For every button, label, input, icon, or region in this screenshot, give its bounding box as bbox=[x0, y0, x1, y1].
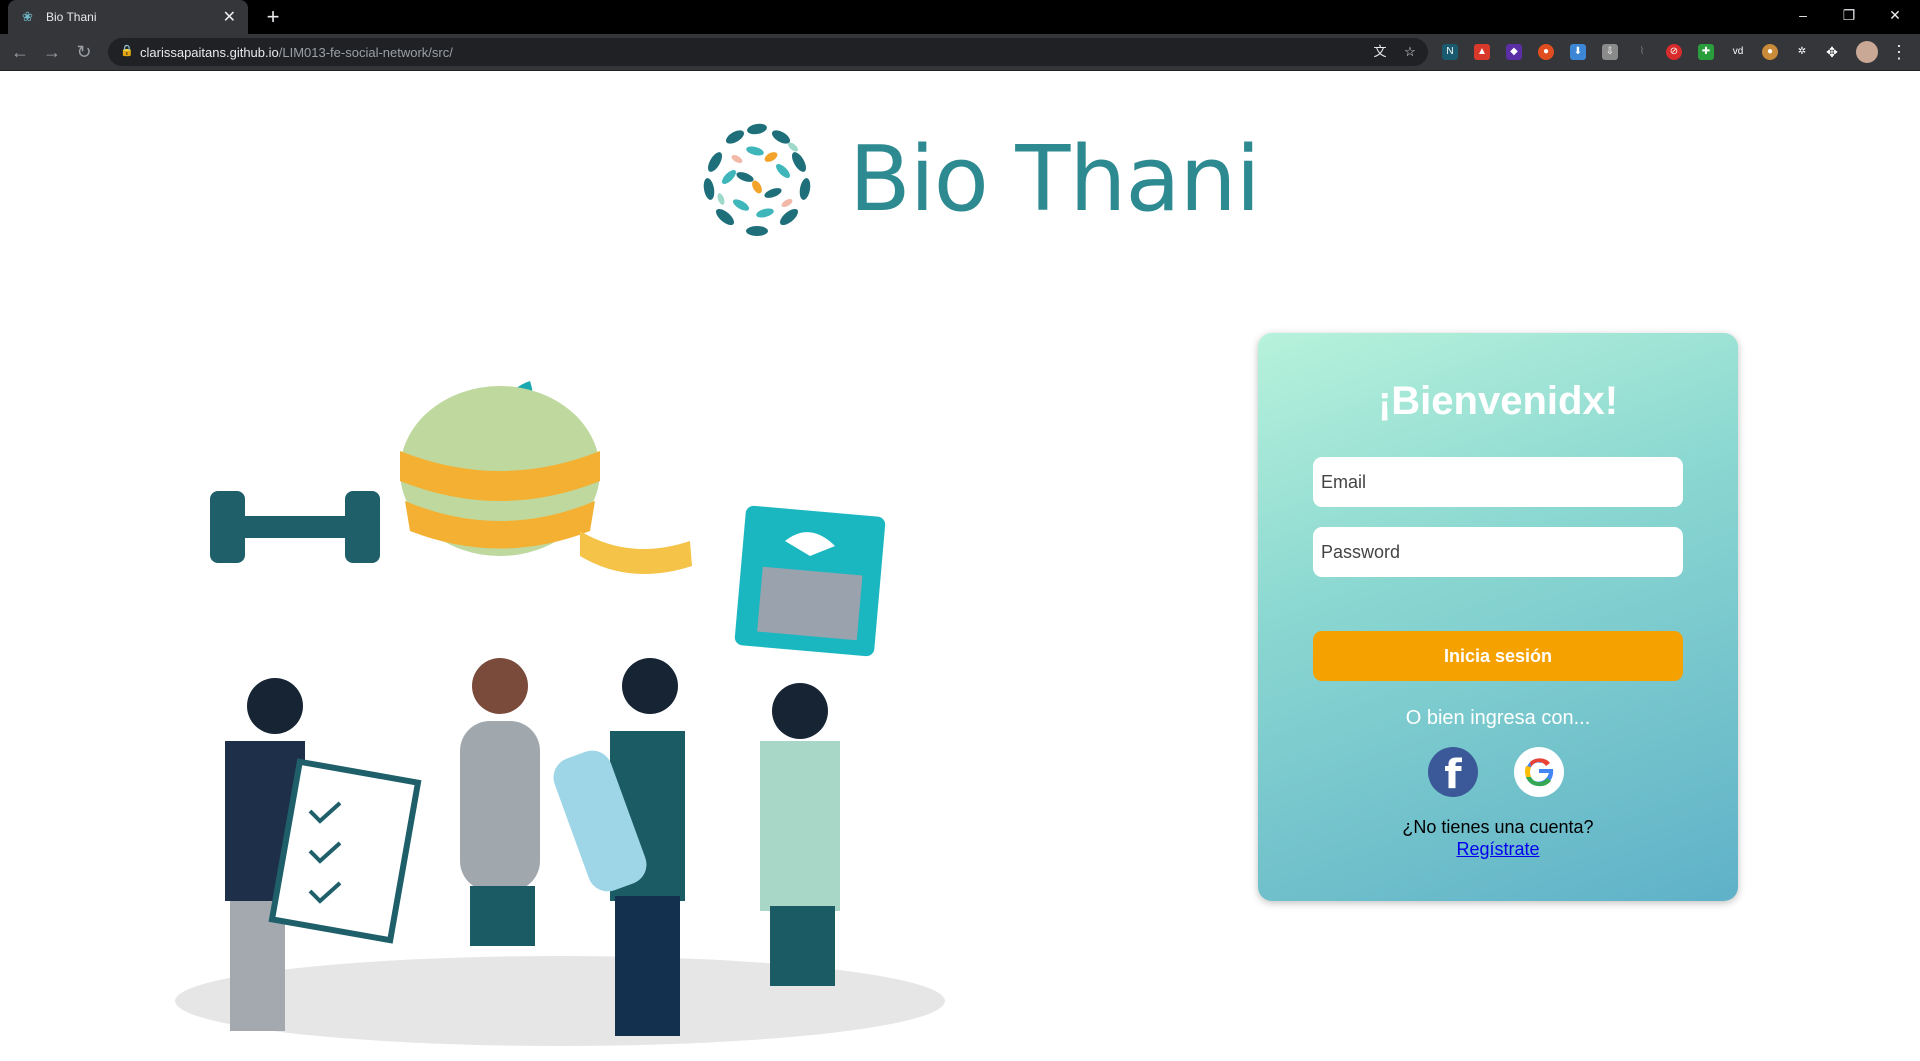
back-button[interactable]: ← bbox=[8, 40, 32, 64]
brand-name: Bio Thani bbox=[849, 126, 1261, 232]
browser-tab[interactable]: ❀ Bio Thani ✕ bbox=[8, 0, 248, 34]
login-button[interactable]: Inicia sesión bbox=[1313, 631, 1683, 681]
translate-icon[interactable]: 文 bbox=[1372, 44, 1388, 60]
password-field[interactable] bbox=[1313, 527, 1683, 577]
register-link[interactable]: Regístrate bbox=[1258, 839, 1738, 860]
forward-button[interactable]: → bbox=[40, 40, 64, 64]
extension-vd-icon[interactable]: vd bbox=[1730, 44, 1746, 60]
address-bar[interactable]: 🔒 clarissapaitans.github.io/LIM013-fe-so… bbox=[108, 38, 1428, 66]
facebook-login-button[interactable]: f bbox=[1428, 747, 1478, 798]
browser-toolbar: ← → ↻ 🔒 clarissapaitans.github.io/LIM013… bbox=[0, 34, 1920, 71]
login-card: ¡Bienvenidx! Inicia sesión O bien ingres… bbox=[1258, 333, 1738, 901]
alt-login-text: O bien ingresa con... bbox=[1405, 707, 1591, 729]
google-login-button[interactable] bbox=[1514, 747, 1564, 797]
welcome-heading: ¡Bienvenidx! bbox=[1377, 379, 1619, 423]
extension-n-icon[interactable]: N bbox=[1442, 44, 1458, 60]
favicon-icon: ❀ bbox=[22, 9, 33, 24]
extension-blue-icon[interactable]: ⬇ bbox=[1570, 44, 1586, 60]
extensions-puzzle-icon[interactable]: ✥ bbox=[1824, 44, 1840, 60]
bookmark-star-icon[interactable]: ☆ bbox=[1402, 44, 1418, 60]
fitness-people-illustration bbox=[175, 381, 945, 1046]
extension-gear-icon[interactable]: ✲ bbox=[1794, 44, 1810, 60]
minimize-window-button[interactable]: – bbox=[1780, 0, 1826, 30]
close-tab-icon[interactable]: ✕ bbox=[223, 7, 236, 27]
new-tab-button[interactable]: + bbox=[260, 4, 286, 30]
extension-red-icon[interactable]: ▲ bbox=[1474, 44, 1490, 60]
leaf-wreath-logo-icon bbox=[703, 123, 811, 236]
extension-purple-icon[interactable]: ◆ bbox=[1506, 44, 1522, 60]
email-field[interactable] bbox=[1313, 457, 1683, 507]
facebook-icon: f bbox=[1444, 752, 1462, 798]
url-text: clarissapaitans.github.io/LIM013-fe-soci… bbox=[140, 45, 453, 60]
extension-cookie-icon[interactable]: ● bbox=[1762, 44, 1778, 60]
browser-menu-icon[interactable]: ⋮ bbox=[1890, 40, 1908, 64]
bio-thani-logo: Bio Thani bbox=[695, 117, 1261, 241]
restore-window-button[interactable]: ❐ bbox=[1826, 0, 1872, 30]
extension-orange-icon[interactable]: ● bbox=[1538, 44, 1554, 60]
lock-icon: 🔒 bbox=[120, 45, 134, 57]
extension-green-icon[interactable]: ✚ bbox=[1698, 44, 1714, 60]
profile-avatar[interactable] bbox=[1856, 41, 1878, 63]
extension-red-circle-icon[interactable]: ⊘ bbox=[1666, 44, 1682, 60]
google-icon bbox=[1525, 758, 1554, 787]
page-body: Bio Thani ¡Bienvenidx! Email Inicia sesi… bbox=[0, 71, 1920, 1046]
close-window-button[interactable]: ✕ bbox=[1872, 0, 1918, 30]
extension-gray-icon[interactable]: ⌇ bbox=[1634, 44, 1650, 60]
browser-tab-strip: ❀ Bio Thani ✕ + – ❐ ✕ bbox=[0, 0, 1920, 34]
extension-download-icon[interactable]: ⇩ bbox=[1602, 44, 1618, 60]
reload-button[interactable]: ↻ bbox=[72, 40, 96, 64]
no-account-text: ¿No tienes una cuenta? bbox=[1402, 817, 1594, 837]
tab-title: Bio Thani bbox=[46, 10, 97, 24]
